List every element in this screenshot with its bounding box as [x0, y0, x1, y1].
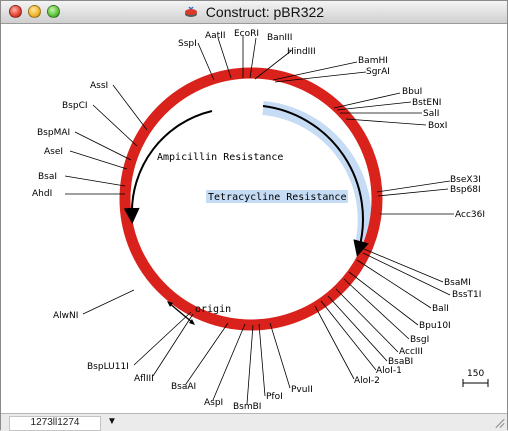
- site-label[interactable]: BspMAI: [37, 128, 70, 138]
- scale-bar: 150: [462, 369, 489, 387]
- site-label[interactable]: AccIII: [399, 347, 423, 357]
- coordinate-readout[interactable]: 1273ll1274: [9, 416, 101, 431]
- site-label[interactable]: BsaMI: [444, 278, 471, 288]
- site-label[interactable]: BspCI: [62, 101, 88, 111]
- site-label[interactable]: AflIII: [134, 374, 154, 384]
- site-label[interactable]: Bpu10I: [419, 321, 451, 331]
- site-label[interactable]: HindIII: [287, 47, 316, 57]
- site-label[interactable]: Acc36I: [455, 210, 485, 220]
- site-label[interactable]: BsmBI: [233, 402, 261, 412]
- site-label[interactable]: AloI-1: [376, 366, 402, 376]
- site-label[interactable]: BstENI: [412, 98, 441, 108]
- feature-label-tetracycline[interactable]: Tetracycline Resistance: [208, 192, 346, 203]
- plasmid-map[interactable]: Ampicillin Resistance Tetracycline Resis…: [1, 24, 507, 412]
- site-label[interactable]: BspLU11I: [87, 362, 129, 372]
- site-label[interactable]: AlwNI: [53, 311, 78, 321]
- feature-label-origin[interactable]: origin: [195, 304, 231, 315]
- site-label[interactable]: AspI: [204, 398, 223, 408]
- site-label[interactable]: AloI-2: [354, 376, 380, 386]
- site-label[interactable]: BsaAI: [171, 382, 196, 392]
- position-menu-icon[interactable]: ▼: [107, 416, 117, 427]
- site-label[interactable]: Bsp68I: [450, 185, 481, 195]
- site-label[interactable]: SalI: [423, 109, 439, 119]
- construct-window: Construct: pBR322 Ampicillin Resistance …: [0, 0, 508, 431]
- site-label[interactable]: BssT1I: [452, 290, 481, 300]
- site-label[interactable]: SgrAI: [366, 67, 390, 77]
- site-label[interactable]: PfoI: [266, 392, 283, 402]
- window-title-container: Construct: pBR322: [1, 4, 507, 20]
- site-label[interactable]: EcoRI: [234, 29, 259, 39]
- site-label[interactable]: BseX3I: [450, 175, 481, 185]
- site-label[interactable]: BamHI: [358, 56, 388, 66]
- status-bar: 1273ll1274 ▼: [1, 413, 507, 431]
- site-label[interactable]: PvuII: [291, 385, 313, 395]
- site-label[interactable]: BsaI: [38, 172, 57, 182]
- site-label[interactable]: BbuI: [402, 87, 422, 97]
- site-label[interactable]: AatII: [205, 31, 226, 41]
- svg-text:150: 150: [467, 369, 484, 379]
- site-label[interactable]: SspI: [178, 39, 197, 49]
- feature-label-ampicillin[interactable]: Ampicillin Resistance: [157, 152, 283, 163]
- site-label[interactable]: AssI: [90, 81, 108, 91]
- site-label[interactable]: BalI: [432, 304, 449, 314]
- title-bar[interactable]: Construct: pBR322: [1, 1, 507, 24]
- site-label[interactable]: AhdI: [32, 189, 52, 199]
- site-label[interactable]: AseI: [44, 147, 63, 157]
- window-title: Construct: pBR322: [205, 4, 325, 20]
- site-label[interactable]: BoxI: [428, 121, 447, 131]
- resize-grip-icon[interactable]: [494, 417, 505, 428]
- site-label[interactable]: BsgI: [410, 335, 429, 345]
- site-label[interactable]: BanIII: [267, 33, 292, 43]
- document-icon: [184, 6, 197, 17]
